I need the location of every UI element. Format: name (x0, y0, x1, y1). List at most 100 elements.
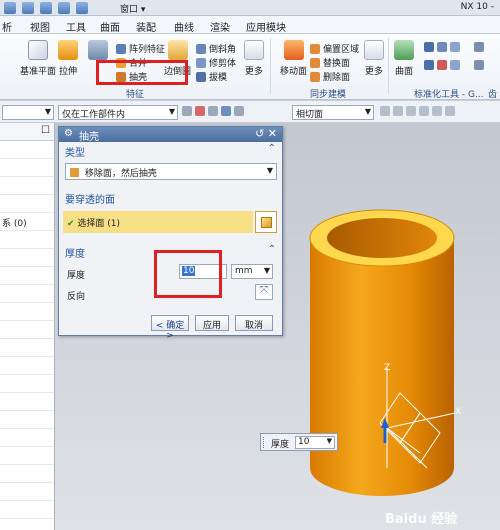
list-item[interactable] (0, 429, 54, 447)
redo-icon[interactable] (76, 2, 88, 14)
list-item[interactable] (0, 249, 54, 267)
replace-face-icon (310, 57, 320, 68)
list-item[interactable] (0, 393, 54, 411)
list-item[interactable] (0, 303, 54, 321)
apply-button[interactable]: 应用 (195, 315, 229, 331)
face-rule-combo[interactable]: 相切面 ▼ (292, 105, 374, 120)
copy-icon[interactable] (22, 2, 34, 14)
list-item[interactable] (0, 465, 54, 483)
trim-body-button[interactable]: 修剪体 (196, 56, 236, 69)
paste-icon[interactable] (40, 2, 52, 14)
tab-analysis[interactable]: 析 (2, 19, 12, 34)
tab-application[interactable]: 应用模块 (246, 19, 286, 34)
title-bar: 窗口 ▾ NX 10 - (0, 0, 500, 16)
thickness-label: 厚度 (67, 271, 86, 281)
std-tool-icon (450, 42, 460, 52)
pattern-feature-button[interactable]: 阵列特征 (116, 42, 165, 55)
surface-button[interactable]: 曲面 (394, 40, 414, 77)
chevron-down-icon: ▼ (44, 107, 51, 116)
list-item[interactable] (0, 231, 54, 249)
chamfer-icon (196, 43, 206, 54)
snap-tools[interactable] (182, 106, 244, 116)
gear-tool-1[interactable] (474, 42, 484, 52)
grip-icon[interactable] (263, 437, 267, 448)
undo-icon[interactable] (58, 2, 70, 14)
list-item[interactable] (0, 285, 54, 303)
trim-body-label: 修剪体 (209, 59, 237, 69)
quick-access-toolbar (4, 2, 88, 14)
more-features-button[interactable]: 更多 (244, 40, 264, 77)
std-tool-icon (450, 60, 460, 70)
list-item[interactable] (0, 159, 54, 177)
faces-section-header[interactable]: 要穿透的面 (59, 189, 282, 206)
shell-type-value: 移除面，然后抽壳 (84, 169, 157, 179)
gear-icon[interactable]: ⚙ (64, 128, 73, 139)
filter-combo-1[interactable]: ▼ (2, 105, 54, 120)
list-item[interactable] (0, 339, 54, 357)
reverse-direction-button[interactable]: ⤧ (255, 284, 273, 300)
tab-view[interactable]: 视图 (30, 19, 50, 34)
screen-input-label: 厚度 (271, 440, 290, 450)
unit-select[interactable]: mm ▼ (231, 264, 273, 279)
list-item[interactable] (0, 141, 54, 159)
move-face-button[interactable]: 移动面 (280, 40, 307, 77)
reverse-direction-icon: ⤧ (260, 285, 268, 296)
filter-scope-combo[interactable]: 仅在工作部件内 ▼ (58, 105, 178, 120)
tab-curve[interactable]: 曲线 (174, 19, 194, 34)
collapse-icon[interactable]: ⌃ (268, 143, 276, 154)
reset-icon[interactable]: ↺ (255, 127, 264, 140)
list-item[interactable] (0, 267, 54, 285)
draft-button[interactable]: 拔模 (196, 70, 227, 83)
list-item[interactable] (0, 321, 54, 339)
view-tool-icon (380, 106, 390, 116)
face-select-button[interactable] (255, 211, 277, 233)
list-item[interactable]: 系 (0) (0, 213, 54, 231)
screen-thickness-input[interactable]: 10 ▼ (295, 436, 335, 449)
list-item[interactable] (0, 375, 54, 393)
face-rule-value: 相切面 (296, 110, 324, 120)
ok-button[interactable]: < 确定 > (151, 315, 189, 341)
save-icon[interactable] (4, 2, 16, 14)
std-tool-2[interactable] (424, 60, 460, 70)
view-tools[interactable] (380, 106, 455, 116)
cylinder-shell[interactable] (309, 209, 455, 496)
gear-tool-2[interactable] (474, 60, 484, 70)
unit-value: mm (235, 266, 253, 276)
list-item[interactable] (0, 411, 54, 429)
offset-region-button[interactable]: 偏置区域 (310, 42, 359, 55)
collapse-icon[interactable]: ⌃ (268, 244, 276, 255)
tab-render[interactable]: 渲染 (210, 19, 230, 34)
list-item[interactable] (0, 483, 54, 501)
tab-tools[interactable]: 工具 (66, 19, 86, 34)
delete-face-button[interactable]: 删除面 (310, 70, 350, 83)
more-sync-button[interactable]: 更多 (364, 40, 384, 77)
delete-face-icon (310, 71, 320, 82)
chamfer-button[interactable]: 倒斜角 (196, 42, 236, 55)
close-icon[interactable]: ✕ (268, 127, 277, 140)
ribbon-separator (270, 38, 271, 94)
navigator-item-label: 系 (0) (2, 219, 27, 229)
chevron-down-icon[interactable]: ▼ (327, 437, 332, 445)
shell-type-select[interactable]: 移除面，然后抽壳 ▼ (65, 163, 277, 180)
tab-surface[interactable]: 曲面 (100, 19, 120, 34)
extrude-label: 拉伸 (58, 67, 77, 77)
list-item[interactable] (0, 177, 54, 195)
list-item[interactable] (0, 195, 54, 213)
dialog-title-bar: ⚙ 抽壳 ↺ ✕ (59, 127, 282, 143)
type-section-label: 类型 (65, 148, 85, 159)
tab-assembly[interactable]: 装配 (136, 19, 156, 34)
std-tool-1[interactable] (424, 42, 460, 52)
select-face-row[interactable]: ✔ 选择面 (1) (63, 211, 253, 233)
extrude-button[interactable]: 拉伸 (58, 40, 78, 77)
datum-plane-button[interactable]: 基准平面 (20, 40, 56, 77)
replace-face-button[interactable]: 替换面 (310, 56, 350, 69)
window-menu[interactable]: 窗口 ▾ (120, 2, 145, 15)
list-item[interactable] (0, 447, 54, 465)
replace-face-label: 替换面 (323, 59, 351, 69)
list-item[interactable] (0, 357, 54, 375)
cancel-button[interactable]: 取消 (235, 315, 273, 331)
type-section-header[interactable]: 类型 ⌃ (59, 142, 282, 159)
list-item[interactable] (0, 501, 54, 519)
maximize-icon[interactable]: ☐ (41, 125, 50, 136)
axis-z-label: Z (384, 363, 391, 373)
